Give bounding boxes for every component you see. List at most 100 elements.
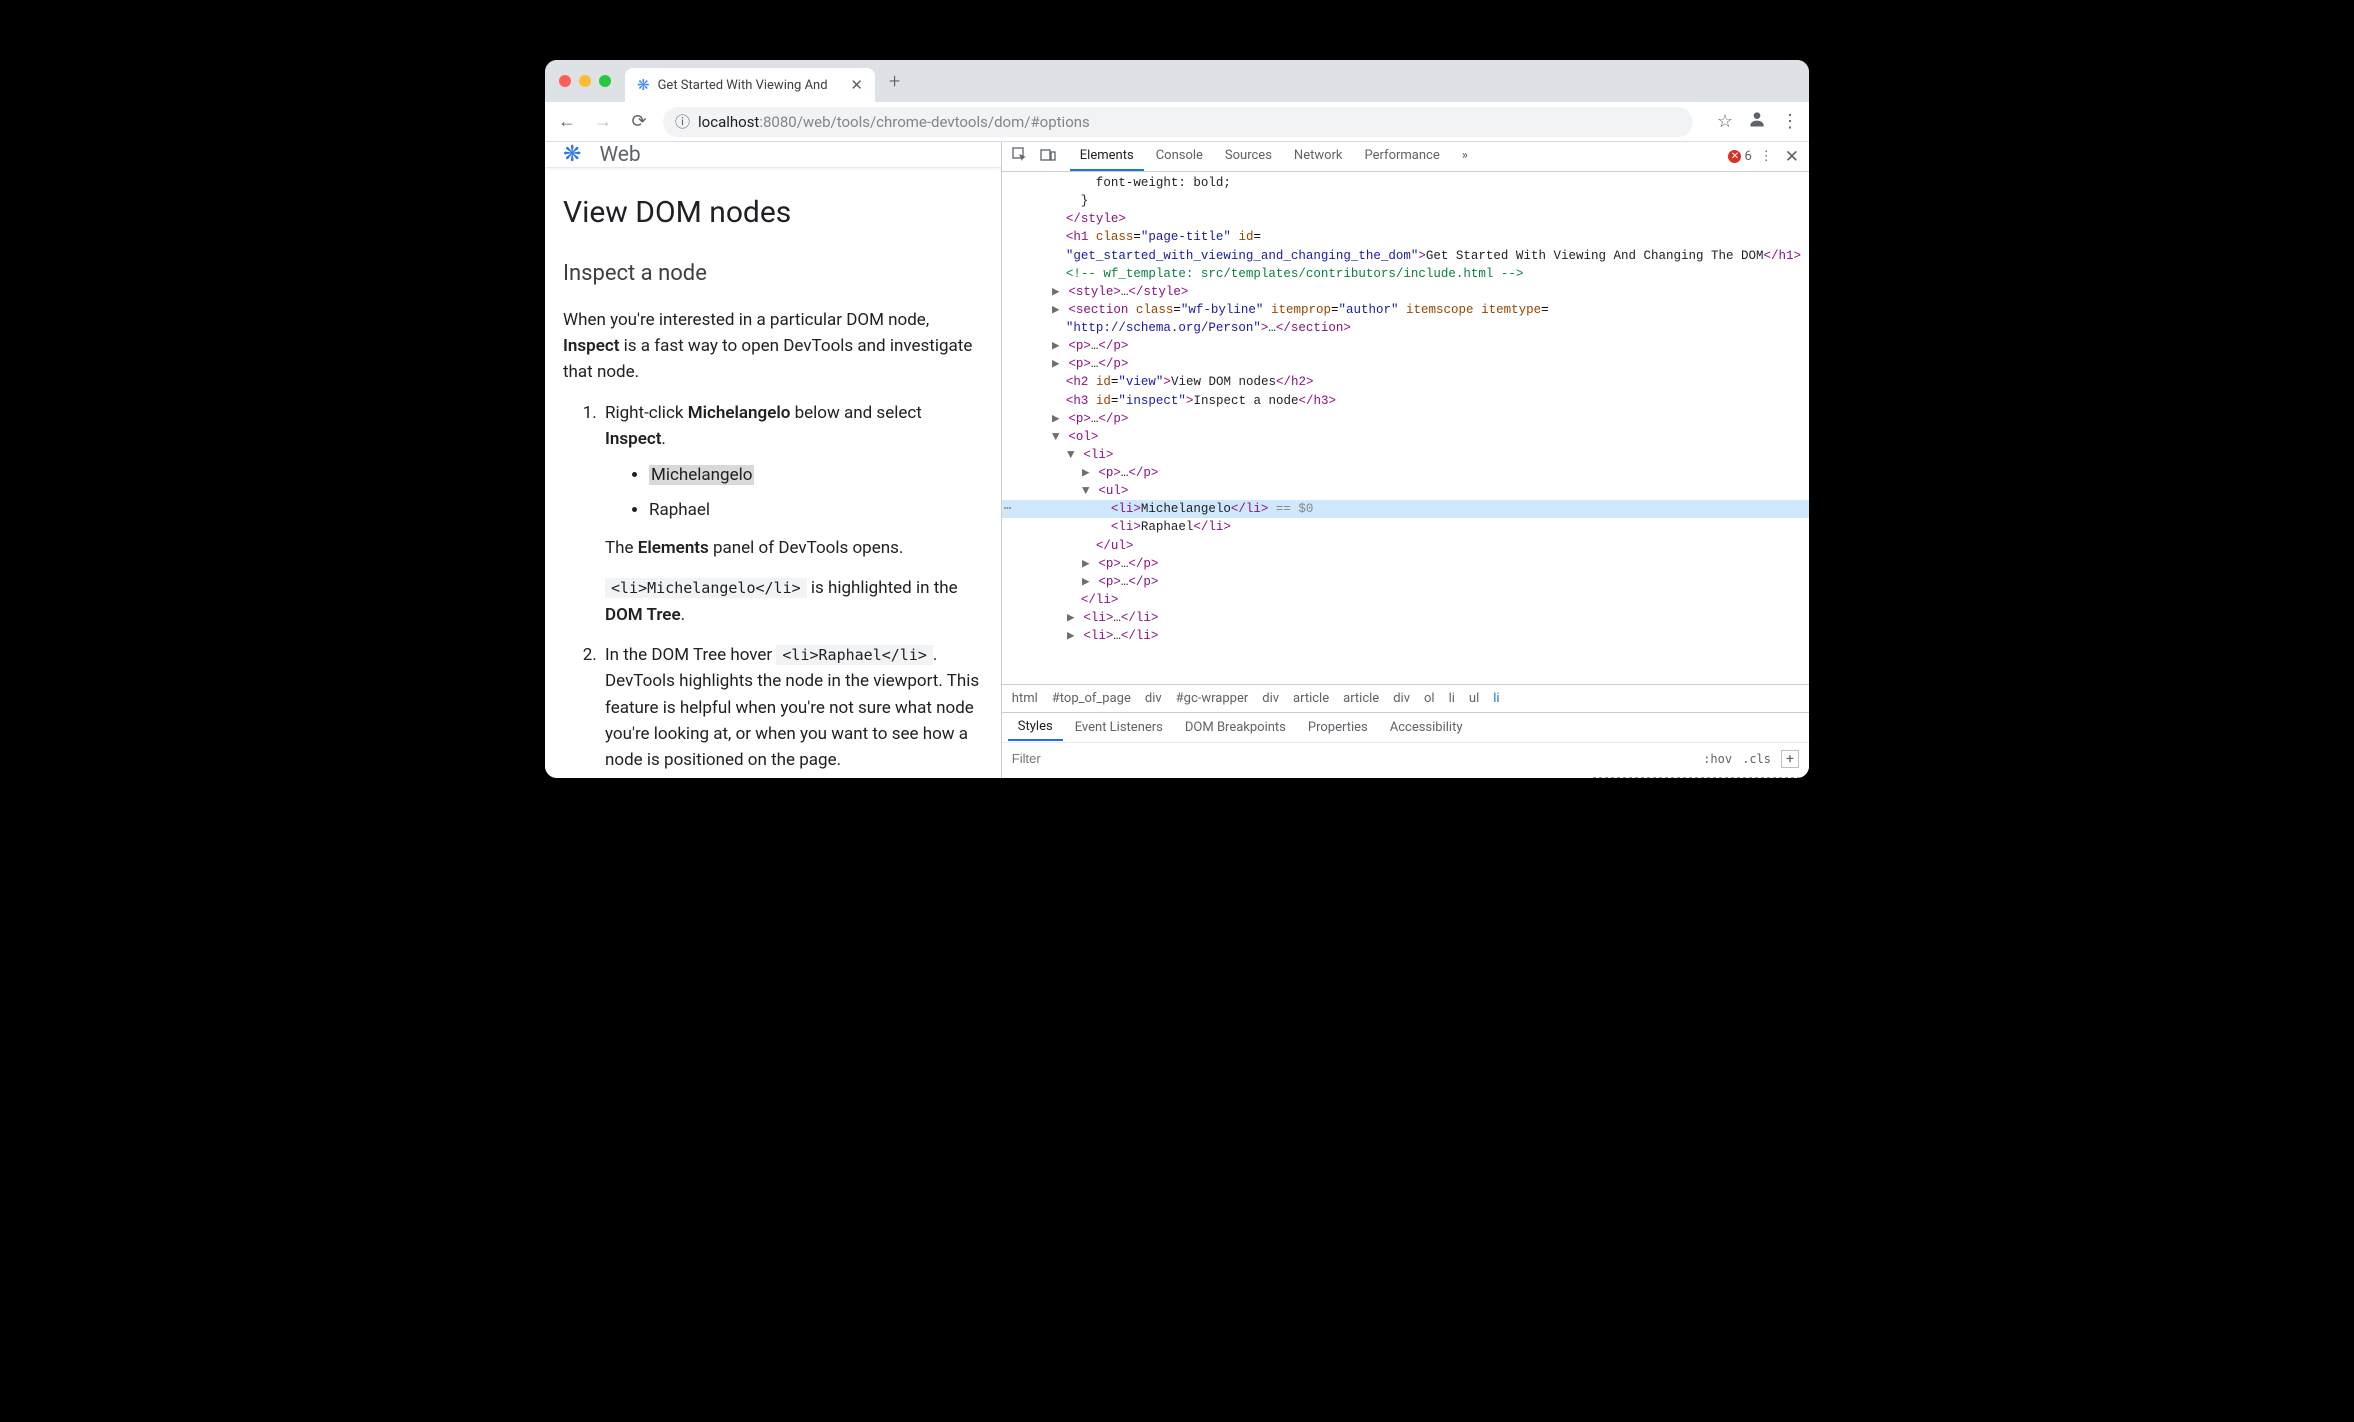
dom-line-selected[interactable]: ⋯ <li>Michelangelo</li> == $0 [1002, 500, 1809, 518]
dom-line[interactable]: ▶ <p>…</p> [1002, 355, 1809, 373]
dom-line[interactable]: ▶ <style>…</style> [1002, 283, 1809, 301]
collapse-toggle-icon[interactable]: ▼ [1051, 428, 1061, 446]
crumb[interactable]: html [1012, 691, 1038, 706]
styles-tabs: Styles Event Listeners DOM Breakpoints P… [1002, 712, 1809, 742]
address-bar[interactable]: ⓘ localhost:8080/web/tools/chrome-devtoo… [663, 107, 1693, 137]
window-minimize-button[interactable] [579, 75, 591, 87]
bookmark-star-icon[interactable]: ☆ [1717, 111, 1733, 132]
main-split: ❋ Web View DOM nodes Inspect a node When… [545, 142, 1809, 778]
expand-toggle-icon[interactable]: ▶ [1066, 609, 1076, 627]
tab-elements[interactable]: Elements [1070, 142, 1144, 171]
crumb[interactable]: article [1293, 691, 1329, 706]
page-h2: Inspect a node [563, 257, 983, 291]
expand-toggle-icon[interactable]: ▶ [1066, 627, 1076, 645]
dom-line[interactable]: <h3 id="inspect">Inspect a node</h3> [1002, 392, 1809, 410]
list-item[interactable]: Michelangelo [649, 462, 983, 488]
expand-toggle-icon[interactable]: ▶ [1051, 355, 1061, 373]
dom-line[interactable]: ▶ <section class="wf-byline" itemprop="a… [1002, 301, 1809, 319]
dom-line[interactable]: "get_started_with_viewing_and_changing_t… [1002, 247, 1809, 265]
page-content: View DOM nodes Inspect a node When you'r… [545, 168, 1001, 778]
site-info-icon[interactable]: ⓘ [675, 111, 690, 132]
step-2: In the DOM Tree hover <li>Raphael</li>. … [601, 642, 983, 774]
tab-styles[interactable]: Styles [1008, 714, 1063, 741]
new-tab-button[interactable]: + [889, 69, 900, 93]
crumb[interactable]: ol [1424, 691, 1435, 706]
expand-toggle-icon[interactable]: ▶ [1081, 573, 1091, 591]
back-button[interactable]: ← [555, 111, 579, 132]
profile-icon[interactable] [1747, 109, 1767, 134]
crumb[interactable]: div [1145, 691, 1162, 706]
crumb[interactable]: #gc-wrapper [1176, 691, 1249, 706]
expand-toggle-icon[interactable]: ▶ [1081, 464, 1091, 482]
dom-breadcrumb[interactable]: html #top_of_page div #gc-wrapper div ar… [1002, 684, 1809, 712]
devtools-tabs: Elements Console Sources Network Perform… [1070, 142, 1725, 171]
dom-line[interactable]: </style> [1002, 210, 1809, 228]
styles-filter-input[interactable] [1012, 751, 1693, 766]
dom-line[interactable]: </li> [1002, 591, 1809, 609]
new-style-rule-icon[interactable]: + [1781, 750, 1799, 768]
expand-toggle-icon[interactable]: ▶ [1051, 410, 1061, 428]
list-item[interactable]: Raphael [649, 497, 983, 523]
dom-line[interactable]: font-weight: bold; [1002, 174, 1809, 192]
dom-line[interactable]: ▼ <ol> [1002, 428, 1809, 446]
dom-line[interactable]: ▶ <p>…</p> [1002, 573, 1809, 591]
tab-strip: ❋ Get Started With Viewing And ✕ + [545, 60, 1809, 102]
collapse-toggle-icon[interactable]: ▼ [1081, 482, 1091, 500]
tab-properties[interactable]: Properties [1298, 715, 1378, 740]
tab-network[interactable]: Network [1284, 142, 1353, 171]
dom-line[interactable]: ▶ <li>…</li> [1002, 609, 1809, 627]
dom-line[interactable]: <!-- wf_template: src/templates/contribu… [1002, 265, 1809, 283]
tabs-overflow-icon[interactable]: » [1452, 142, 1478, 171]
reload-button[interactable]: ⟳ [627, 111, 651, 132]
dom-line[interactable]: <h2 id="view">View DOM nodes</h2> [1002, 373, 1809, 391]
tab-event-listeners[interactable]: Event Listeners [1065, 715, 1173, 740]
dom-line[interactable]: ▶ <p>…</p> [1002, 464, 1809, 482]
crumb[interactable]: article [1343, 691, 1379, 706]
dom-line[interactable]: ▶ <p>…</p> [1002, 410, 1809, 428]
hov-toggle[interactable]: :hov [1703, 752, 1732, 766]
tab-dom-breakpoints[interactable]: DOM Breakpoints [1175, 715, 1296, 740]
tab-close-icon[interactable]: ✕ [850, 76, 863, 94]
devtools-menu-icon[interactable]: ⋮ [1760, 149, 1773, 164]
elements-tree[interactable]: font-weight: bold; } </style> <h1 class=… [1002, 172, 1809, 684]
dom-line[interactable]: ▼ <li> [1002, 446, 1809, 464]
dom-line[interactable]: ▶ <p>…</p> [1002, 555, 1809, 573]
crumb[interactable]: div [1262, 691, 1279, 706]
expand-toggle-icon[interactable]: ▶ [1051, 283, 1061, 301]
window-zoom-button[interactable] [599, 75, 611, 87]
browser-tab[interactable]: ❋ Get Started With Viewing And ✕ [625, 68, 875, 102]
dom-line[interactable]: </ul> [1002, 537, 1809, 555]
devtools-panel: Elements Console Sources Network Perform… [1001, 142, 1809, 778]
error-count-badge[interactable]: ✕ 6 [1728, 149, 1751, 164]
expand-toggle-icon[interactable]: ▶ [1081, 555, 1091, 573]
page-pane: ❋ Web View DOM nodes Inspect a node When… [545, 142, 1001, 778]
cls-toggle[interactable]: .cls [1742, 752, 1771, 766]
dom-line[interactable]: <li>Raphael</li> [1002, 518, 1809, 536]
dom-line[interactable]: <h1 class="page-title" id= [1002, 228, 1809, 246]
tab-console[interactable]: Console [1146, 142, 1213, 171]
chrome-menu-icon[interactable]: ⋮ [1781, 111, 1799, 132]
crumb[interactable]: div [1393, 691, 1410, 706]
overflow-dots-icon[interactable]: ⋯ [1004, 500, 1013, 518]
crumb[interactable]: li [1449, 691, 1455, 706]
site-logo-icon[interactable]: ❋ [563, 142, 581, 167]
crumb[interactable]: #top_of_page [1052, 691, 1131, 706]
dom-line[interactable]: ▼ <ul> [1002, 482, 1809, 500]
tab-accessibility[interactable]: Accessibility [1380, 715, 1473, 740]
tab-performance[interactable]: Performance [1355, 142, 1450, 171]
device-toolbar-icon[interactable] [1036, 147, 1060, 167]
devtools-close-icon[interactable]: ✕ [1781, 147, 1803, 167]
collapse-toggle-icon[interactable]: ▼ [1066, 446, 1076, 464]
tab-sources[interactable]: Sources [1215, 142, 1282, 171]
crumb[interactable]: ul [1469, 691, 1479, 706]
dom-line[interactable]: "http://schema.org/Person">…</section> [1002, 319, 1809, 337]
inspect-element-icon[interactable] [1008, 147, 1032, 167]
window-close-button[interactable] [559, 75, 571, 87]
forward-button[interactable]: → [591, 111, 615, 132]
dom-line[interactable]: ▶ <p>…</p> [1002, 337, 1809, 355]
expand-toggle-icon[interactable]: ▶ [1051, 337, 1061, 355]
expand-toggle-icon[interactable]: ▶ [1051, 301, 1061, 319]
dom-line[interactable]: } [1002, 192, 1809, 210]
crumb-active[interactable]: li [1493, 691, 1499, 706]
dom-line[interactable]: ▶ <li>…</li> [1002, 627, 1809, 645]
